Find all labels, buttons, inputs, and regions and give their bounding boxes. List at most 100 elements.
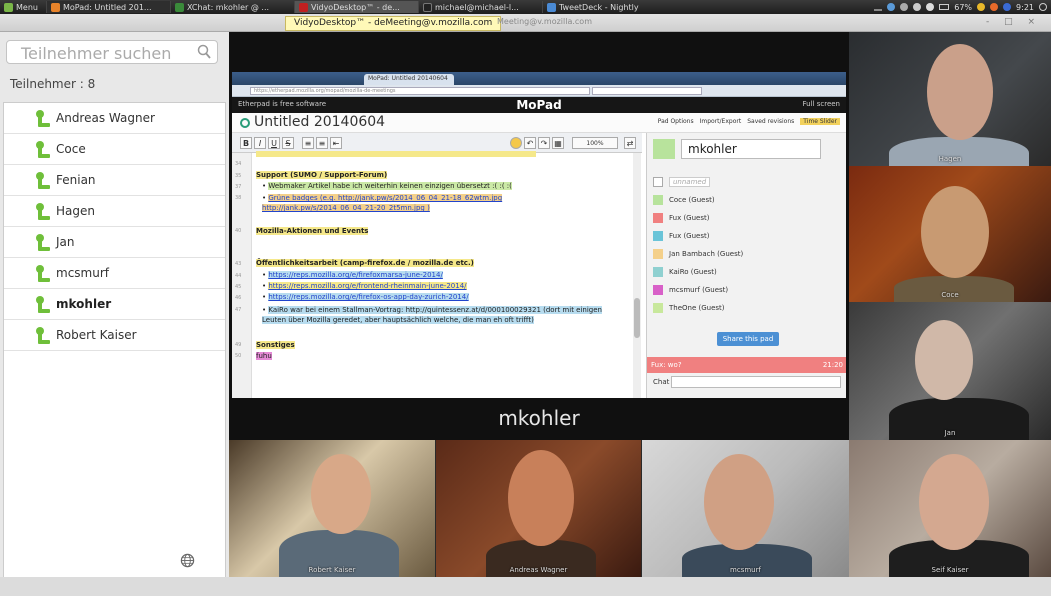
pad-status-icon	[240, 118, 250, 128]
italic-button[interactable]: I	[254, 137, 266, 149]
user-color-swatch	[653, 285, 663, 295]
indent-button[interactable]: ⇤	[330, 137, 342, 149]
participants-panel: Teilnehmer suchen Teilnehmer : 8 Andreas…	[0, 32, 229, 596]
editor-scrollbar[interactable]	[633, 153, 641, 398]
participant-item[interactable]: Coce	[4, 134, 225, 165]
update-icon[interactable]	[977, 3, 986, 11]
underline-button[interactable]: U	[268, 137, 280, 149]
editor-line: Webmaker Artikel habe ich weiterhin kein…	[268, 182, 512, 190]
ordered-list-button[interactable]: ≡	[302, 137, 314, 149]
browser-search-field[interactable]	[592, 87, 702, 95]
user-color-swatch	[653, 231, 663, 241]
editor-line: https://reps.mozilla.org/e/firefoxmarsa-…	[268, 271, 443, 279]
video-tile-participant[interactable]: Andreas Wagner	[436, 440, 641, 577]
line-number: 45	[235, 284, 242, 290]
vidyo-desktop-screen: Menu MoPad: Untitled 201... XChat: mkohl…	[0, 0, 1051, 596]
zoom-select[interactable]: 100%	[572, 137, 618, 149]
pad-options-button[interactable]: Pad Options	[658, 118, 694, 125]
users-toggle-icon[interactable]: ⇄	[624, 137, 636, 149]
url-bar[interactable]: https://etherpad.mozilla.org/mopad/mozil…	[250, 87, 590, 95]
settings-icon[interactable]: ▦	[552, 137, 564, 149]
firefox-icon	[50, 2, 60, 12]
task-xchat[interactable]: XChat: mkohler @ ...	[169, 1, 294, 13]
participant-item[interactable]: Fenian	[4, 165, 225, 196]
participant-name: mcsmurf	[56, 266, 109, 280]
fullscreen-link[interactable]: Full screen	[803, 100, 840, 108]
editor-line: https://reps.mozilla.org/e/frontend-rhei…	[268, 282, 467, 290]
participant-name: mkohler	[56, 297, 112, 311]
participant-item[interactable]: Andreas Wagner	[4, 103, 225, 134]
bluetooth-icon[interactable]	[900, 3, 909, 11]
volume-icon[interactable]	[926, 3, 935, 11]
person-icon	[36, 265, 50, 282]
clock[interactable]: 9:21	[1016, 3, 1034, 12]
user-color-swatch	[653, 213, 663, 223]
participant-item[interactable]: mcsmurf	[4, 258, 225, 289]
pad-editor[interactable]: 34 35 37 38 40 43 44 45 46 47 49 50 Supp…	[232, 151, 642, 398]
participant-name: Hagen	[56, 204, 95, 218]
video-tile-participant[interactable]: Coce	[849, 166, 1051, 302]
start-menu-label: Menu	[16, 2, 38, 12]
participant-name: Fenian	[56, 173, 96, 187]
video-tile-participant[interactable]: Hagen	[849, 32, 1051, 166]
search-icon[interactable]	[1039, 3, 1047, 11]
pad-user-name: Coce (Guest)	[669, 196, 715, 204]
line-number: 38	[235, 195, 242, 201]
participant-item[interactable]: Hagen	[4, 196, 225, 227]
nightly-icon	[546, 2, 556, 12]
battery-icon[interactable]	[939, 4, 950, 10]
my-name-input[interactable]: mkohler	[681, 139, 821, 159]
chat-input-row: Chat	[647, 373, 846, 391]
window-controls[interactable]: - □ ×	[986, 17, 1041, 27]
redo-button[interactable]: ↷	[538, 137, 550, 149]
undo-button[interactable]: ↶	[524, 137, 536, 149]
minimize-all-icon[interactable]	[874, 8, 883, 11]
unordered-list-button[interactable]: ≡	[316, 137, 328, 149]
participant-item-selected[interactable]: mkohler	[4, 289, 225, 320]
saved-revisions-button[interactable]: Saved revisions	[747, 118, 794, 125]
pad-actions: Pad Options Import/Export Saved revision…	[658, 118, 840, 125]
participant-item[interactable]: Jan	[4, 227, 225, 258]
task-mopad[interactable]: MoPad: Untitled 201...	[45, 1, 170, 13]
share-pad-button[interactable]: Share this pad	[717, 332, 779, 346]
import-export-button[interactable]: Import/Export	[700, 118, 742, 125]
video-tile-participant[interactable]: Robert Kaiser	[229, 440, 435, 577]
strikethrough-button[interactable]: S	[282, 137, 294, 149]
time-slider-button[interactable]: Time Slider	[800, 118, 840, 125]
video-caption: Jan	[944, 429, 956, 437]
pad-user-name: mcsmurf (Guest)	[669, 286, 729, 294]
globe-icon[interactable]	[180, 553, 195, 568]
browser-tab[interactable]: MoPad: Untitled 20140604	[364, 74, 454, 85]
shield-icon[interactable]	[1003, 3, 1012, 11]
participant-search-input[interactable]: Teilnehmer suchen	[6, 40, 218, 64]
pad-user-row: Fux (Guest)	[653, 209, 839, 227]
task-terminal[interactable]: michael@michael-l...	[417, 1, 542, 13]
video-tile-participant[interactable]: Seif Kaiser	[849, 440, 1051, 577]
video-tile-participant[interactable]: Jan	[849, 302, 1051, 440]
xchat-icon	[174, 2, 184, 12]
user-color-swatch	[653, 177, 663, 187]
video-tile-participant[interactable]: mcsmurf	[642, 440, 849, 577]
participant-list: Andreas Wagner Coce Fenian Hagen Jan mcs…	[3, 102, 226, 579]
chat-message-text: Fux: wo?	[651, 361, 682, 369]
clear-authorship-icon[interactable]	[510, 137, 522, 149]
line-number: 50	[235, 353, 242, 359]
browser-tab-bar: MoPad: Untitled 20140604	[232, 72, 846, 85]
my-color-swatch[interactable]	[653, 139, 675, 159]
vidyo-icon	[298, 2, 308, 12]
unnamed-user-field[interactable]: unnamed	[669, 177, 711, 187]
task-label: VidyoDesktop™ - de...	[310, 2, 400, 12]
search-icon[interactable]	[197, 44, 211, 60]
chat-input[interactable]	[671, 376, 841, 388]
participant-item[interactable]: Robert Kaiser	[4, 320, 225, 351]
participant-name: Coce	[56, 142, 86, 156]
participant-head	[311, 454, 371, 534]
xchat-tray-icon[interactable]	[990, 3, 999, 11]
task-vidyo[interactable]: VidyoDesktop™ - de...	[293, 1, 418, 13]
wifi-icon[interactable]	[913, 3, 922, 11]
task-tweetdeck[interactable]: TweetDeck - Nightly	[541, 1, 666, 13]
start-menu-button[interactable]: Menu	[0, 0, 46, 14]
network-up-icon[interactable]	[887, 3, 896, 11]
scrollbar-thumb[interactable]	[634, 298, 640, 338]
bold-button[interactable]: B	[240, 137, 252, 149]
